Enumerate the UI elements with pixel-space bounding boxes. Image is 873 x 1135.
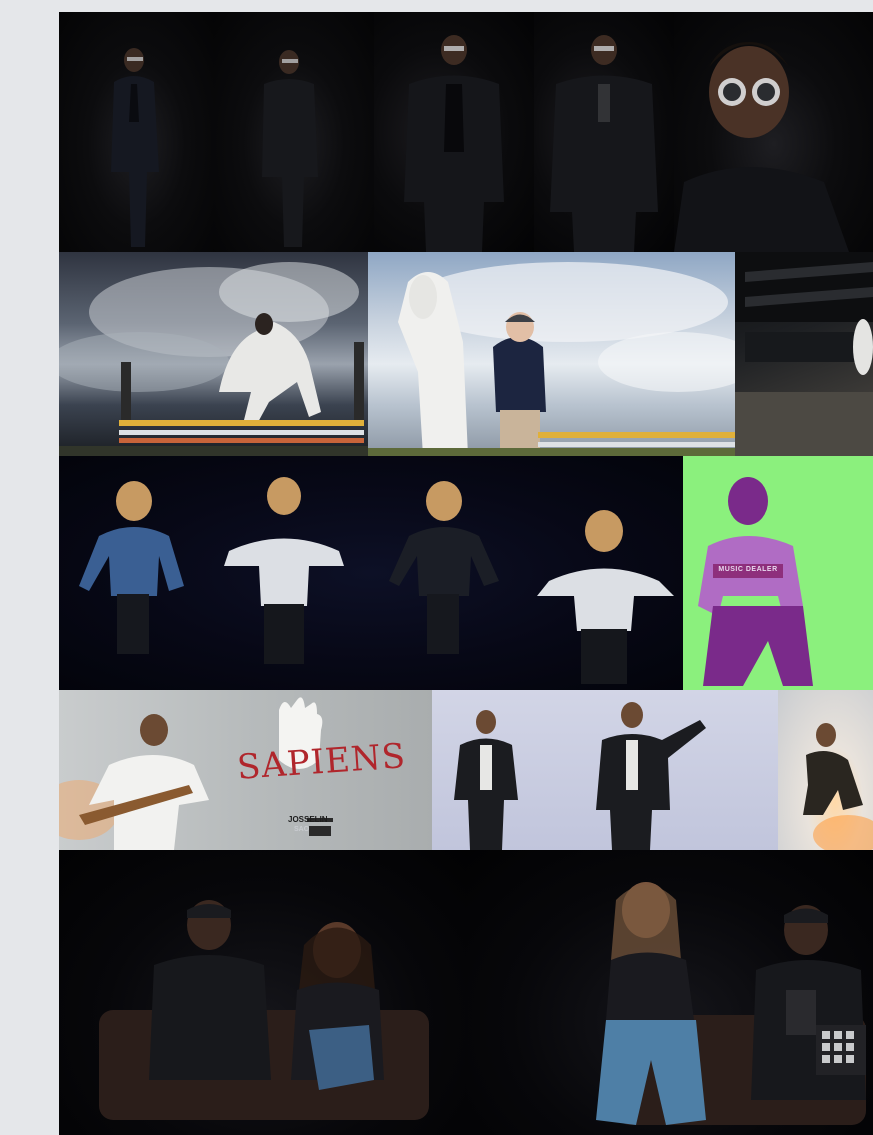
horse-jump-image bbox=[59, 262, 368, 456]
kids-jump-image bbox=[79, 477, 674, 684]
suit-portrait-3-image bbox=[404, 35, 504, 252]
suit-portrait-1-image bbox=[111, 48, 159, 247]
green-portrait-tshirt-text: MUSIC DEALER bbox=[718, 566, 778, 573]
green-portrait-image bbox=[698, 477, 813, 686]
gallery-tile-suit-portrait-3[interactable] bbox=[374, 12, 534, 252]
suit-portrait-4-image bbox=[550, 35, 658, 252]
leather-jacket-2-image bbox=[596, 702, 706, 850]
gallery-tile-sapiens-cover[interactable]: SAPIENS JOSSELIN SAO bbox=[59, 690, 432, 850]
crouching-fire-image bbox=[803, 723, 873, 850]
horse-arena-image bbox=[735, 252, 873, 456]
gallery-tile-horse-jump[interactable] bbox=[59, 252, 368, 456]
gallery-tile-green-portrait[interactable]: MUSIC DEALER bbox=[683, 456, 873, 690]
duo-sofa-2-image bbox=[596, 882, 866, 1125]
gallery-tile-suit-portrait-1[interactable] bbox=[59, 12, 214, 252]
gallery-tile-duo-sofa-1[interactable] bbox=[59, 850, 466, 1135]
suit-portrait-2-image bbox=[262, 50, 318, 247]
sapiens-logo-caption-tag: SAO bbox=[294, 826, 310, 833]
photo-gallery: MUSIC DEALER SAPIENS JOSSELIN SAO bbox=[59, 12, 873, 1135]
gallery-tile-leather-jacket-1[interactable] bbox=[432, 690, 540, 850]
leather-jacket-1-image bbox=[454, 710, 518, 850]
duo-sofa-1-image bbox=[99, 900, 429, 1120]
suit-portrait-5-image bbox=[674, 42, 849, 252]
gallery-tile-leather-jacket-2[interactable] bbox=[540, 690, 778, 850]
page: MUSIC DEALER SAPIENS JOSSELIN SAO bbox=[0, 0, 873, 1135]
gallery-tile-crouching-fire[interactable] bbox=[778, 690, 873, 850]
gallery-tile-horse-and-rider[interactable] bbox=[368, 252, 735, 456]
gallery-tile-horse-arena[interactable] bbox=[735, 252, 873, 456]
gallery-tile-suit-portrait-5[interactable] bbox=[674, 12, 873, 252]
horse-and-rider-image bbox=[368, 262, 735, 456]
gallery-tile-kids-jump[interactable] bbox=[59, 456, 683, 690]
gallery-tile-suit-portrait-2[interactable] bbox=[214, 12, 374, 252]
gallery-tile-duo-sofa-2[interactable] bbox=[466, 850, 873, 1135]
sapiens-logo-caption: JOSSELIN bbox=[288, 815, 328, 824]
gallery-tile-suit-portrait-4[interactable] bbox=[534, 12, 674, 252]
